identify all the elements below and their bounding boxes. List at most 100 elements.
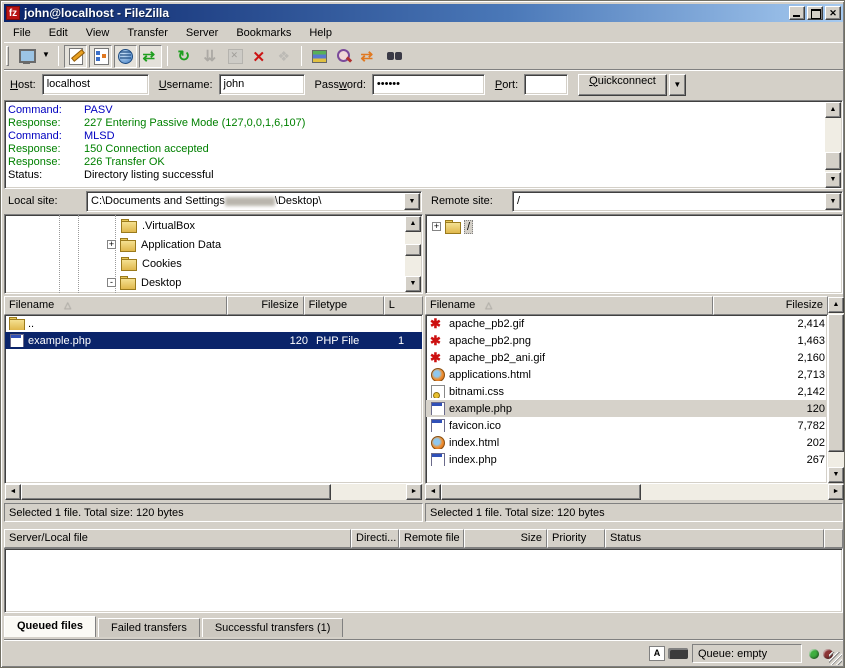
password-input[interactable]: •••••• (372, 74, 485, 95)
host-input[interactable]: localhost (42, 74, 149, 95)
local-tree-scrollbar[interactable]: ▲ ▼ (405, 216, 421, 292)
queue-column-directi[interactable]: Directi... (351, 529, 399, 548)
menu-item-edit[interactable]: Edit (40, 25, 77, 41)
tab-queued-files[interactable]: Queued files (4, 616, 96, 637)
maximize-button[interactable] (807, 6, 823, 20)
minimize-button[interactable] (789, 6, 805, 20)
scroll-down-icon[interactable]: ▼ (828, 467, 844, 483)
resize-grip[interactable] (829, 652, 842, 665)
site-manager-icon[interactable] (14, 45, 37, 68)
scroll-left-icon[interactable]: ◄ (425, 484, 441, 500)
file-row[interactable]: example.php120 (426, 400, 827, 417)
scroll-thumb[interactable] (825, 152, 841, 170)
local-file-list[interactable]: ..example.php120PHP File1 (4, 315, 423, 484)
column-header-filetype[interactable]: Filetype (304, 296, 384, 315)
collapse-minus-icon[interactable]: - (107, 278, 116, 287)
quickconnect-dropdown[interactable]: ▼ (669, 74, 686, 96)
file-row[interactable]: bitnami.css2,142 (426, 383, 827, 400)
tree-item[interactable]: .VirtualBox (121, 217, 197, 234)
tree-item-label[interactable]: .VirtualBox (140, 220, 197, 232)
file-row[interactable]: example.php120PHP File1 (5, 332, 422, 349)
scroll-thumb[interactable] (21, 484, 331, 500)
tree-item-label[interactable]: Desktop (139, 277, 183, 289)
file-row[interactable]: favicon.ico7,782 (426, 417, 827, 434)
tab-failed-transfers[interactable]: Failed transfers (98, 618, 200, 637)
scroll-left-icon[interactable]: ◄ (5, 484, 21, 500)
tree-item[interactable]: Cookies (121, 255, 184, 272)
synchronized-browsing-icon[interactable] (357, 45, 380, 68)
quickconnect-button[interactable]: Quickconnect (578, 74, 667, 96)
queue-column-status[interactable]: Status (605, 529, 824, 548)
speed-limits-icon[interactable] (668, 648, 688, 659)
remote-file-list[interactable]: apache_pb2.gif2,414apache_pb2.png1,463ap… (425, 315, 828, 484)
expand-plus-icon[interactable]: + (432, 222, 441, 231)
menu-item-transfer[interactable]: Transfer (118, 25, 177, 41)
scroll-thumb[interactable] (828, 314, 844, 452)
close-button[interactable] (825, 6, 841, 20)
remote-list-scrollbar[interactable]: ▲ ▼ (828, 297, 844, 483)
directory-comparison-icon[interactable] (332, 45, 355, 68)
tree-item-label[interactable]: Cookies (140, 258, 184, 270)
toggle-message-log-icon[interactable] (64, 45, 87, 68)
queue-column-serverlocalfile[interactable]: Server/Local file (4, 529, 351, 548)
tab-successful-transfers-1-[interactable]: Successful transfers (1) (202, 618, 344, 637)
transfer-queue-list[interactable] (4, 548, 843, 613)
menu-item-server[interactable]: Server (177, 25, 227, 41)
site-manager-dropdown-icon[interactable] (39, 45, 53, 68)
file-row[interactable]: index.html202 (426, 434, 827, 451)
tree-item-label[interactable]: / (464, 220, 473, 234)
file-row[interactable]: apache_pb2.png1,463 (426, 332, 827, 349)
menu-item-help[interactable]: Help (300, 25, 341, 41)
column-header-filesize[interactable]: Filesize (713, 296, 828, 315)
refresh-icon[interactable] (173, 45, 196, 68)
file-row[interactable]: index.php267 (426, 451, 827, 468)
scroll-right-icon[interactable]: ► (406, 484, 422, 500)
username-input[interactable]: john (219, 74, 305, 95)
remote-list-hscrollbar[interactable]: ◄ ► (425, 484, 844, 500)
column-header-filename[interactable]: Filename△ (425, 296, 713, 315)
remote-site-combo[interactable]: / ▼ (512, 191, 843, 212)
disconnect-icon[interactable] (248, 45, 271, 68)
scroll-right-icon[interactable]: ► (828, 484, 844, 500)
file-row[interactable]: .. (5, 315, 422, 332)
title-bar[interactable]: fz john@localhost - FileZilla (4, 4, 843, 22)
find-files-icon[interactable] (382, 45, 405, 68)
scroll-up-icon[interactable]: ▲ (825, 102, 841, 118)
local-tree-view[interactable]: .VirtualBox+Application DataCookies-Desk… (4, 214, 423, 294)
queue-column-blank[interactable] (824, 529, 843, 548)
scroll-thumb[interactable] (405, 244, 421, 256)
toggle-transfer-queue-icon[interactable] (139, 45, 162, 68)
tree-item[interactable]: +Application Data (121, 236, 223, 253)
column-header-l[interactable]: L (384, 296, 423, 315)
expand-plus-icon[interactable]: + (107, 240, 116, 249)
remote-tree-view[interactable]: +/ (425, 214, 843, 294)
filter-icon[interactable] (307, 45, 330, 68)
queue-column-size[interactable]: Size (464, 529, 547, 548)
queue-column-remotefile[interactable]: Remote file (399, 529, 464, 548)
transfer-type-icon[interactable]: A (649, 646, 665, 661)
tree-item[interactable]: -Desktop (121, 274, 183, 291)
tree-item[interactable]: +/ (432, 218, 473, 235)
scroll-down-icon[interactable]: ▼ (405, 276, 421, 292)
scroll-down-icon[interactable]: ▼ (825, 172, 841, 188)
local-site-combo[interactable]: C:\Documents and Settings\Desktop\ ▼ (86, 191, 422, 212)
queue-column-priority[interactable]: Priority (547, 529, 605, 548)
toggle-local-treeview-icon[interactable] (89, 45, 112, 68)
chevron-down-icon[interactable]: ▼ (404, 193, 420, 210)
menu-item-file[interactable]: File (4, 25, 40, 41)
log-scrollbar[interactable]: ▲ ▼ (825, 102, 841, 188)
port-input[interactable] (524, 74, 568, 95)
toggle-remote-treeview-icon[interactable] (114, 45, 137, 68)
menu-item-bookmarks[interactable]: Bookmarks (227, 25, 300, 41)
file-row[interactable]: apache_pb2.gif2,414 (426, 315, 827, 332)
scroll-up-icon[interactable]: ▲ (405, 216, 421, 232)
toolbar-grip[interactable] (6, 46, 9, 66)
column-header-filesize[interactable]: Filesize (227, 296, 303, 315)
file-row[interactable]: apache_pb2_ani.gif2,160 (426, 349, 827, 366)
menu-item-view[interactable]: View (77, 25, 119, 41)
tree-item-label[interactable]: Application Data (139, 239, 223, 251)
scroll-thumb[interactable] (441, 484, 641, 500)
column-header-filename[interactable]: Filename△ (4, 296, 227, 315)
chevron-down-icon[interactable]: ▼ (825, 193, 841, 210)
scroll-up-icon[interactable]: ▲ (828, 297, 844, 313)
